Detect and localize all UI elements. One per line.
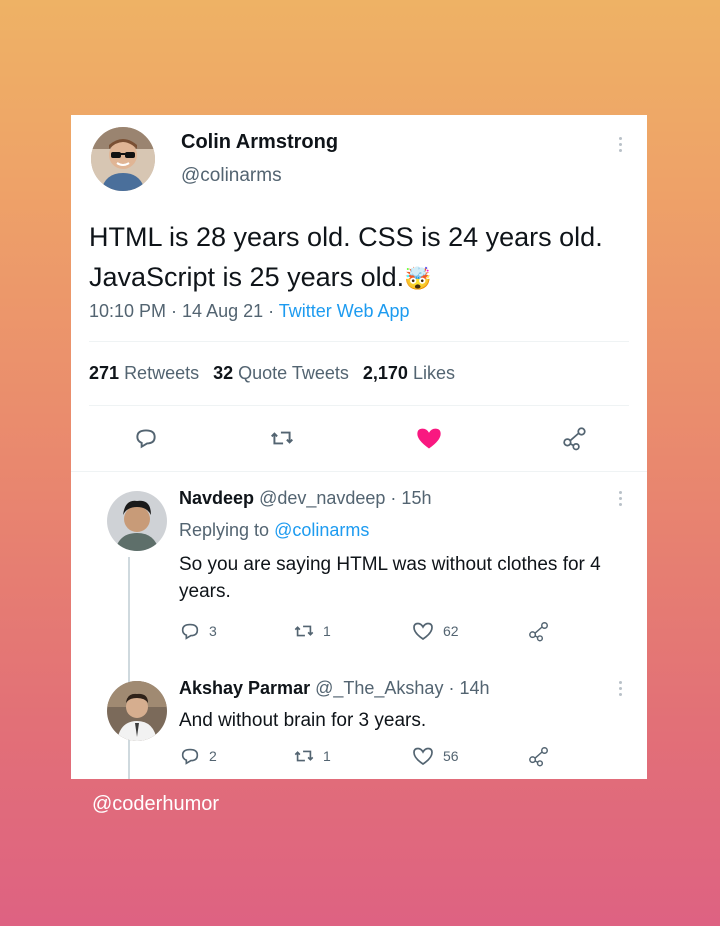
- tweet-time[interactable]: 10:10 PM · 14 Aug 21 ·: [89, 301, 279, 321]
- share-icon: [529, 622, 548, 642]
- reply-1-retweet-count: 1: [323, 623, 331, 639]
- navdeep-avatar-image: [107, 491, 167, 551]
- reply-1-retweet-button[interactable]: 1: [293, 620, 331, 642]
- reply-1-more-icon[interactable]: [619, 491, 623, 506]
- retweet-icon: [271, 431, 293, 445]
- colin-avatar-image: [91, 127, 155, 191]
- akshay-avatar-image: [107, 681, 167, 741]
- likes-stat[interactable]: 2,170 Likes: [363, 363, 455, 384]
- reply-1-text: So you are saying HTML was without cloth…: [179, 554, 601, 602]
- heart-outline-icon: [413, 747, 433, 766]
- reply-1-name[interactable]: Navdeep: [179, 488, 254, 508]
- reply-icon: [181, 748, 199, 765]
- reply-2-name[interactable]: Akshay Parmar: [179, 678, 310, 698]
- tweet-source-link[interactable]: Twitter Web App: [279, 301, 410, 321]
- quotes-count: 32: [213, 363, 234, 383]
- retweets-stat[interactable]: 271 Retweets: [89, 363, 199, 384]
- reply-1-header: Navdeep @dev_navdeep · 15h: [179, 488, 431, 509]
- reply-2-text: And without brain for 3 years.: [179, 710, 427, 731]
- reply-1-share-button[interactable]: [527, 620, 551, 642]
- reply-2-share-button[interactable]: [527, 745, 551, 767]
- reply-1-like-count: 62: [443, 623, 459, 639]
- tweet-text: HTML is 28 years old. CSS is 24 years ol…: [89, 217, 629, 299]
- retweet-icon: [294, 750, 314, 762]
- akshay-avatar[interactable]: [107, 681, 167, 741]
- reply-2-like-count: 56: [443, 748, 459, 764]
- reply-1-handle[interactable]: @dev_navdeep · 15h: [259, 488, 431, 508]
- reply-icon: [181, 623, 199, 640]
- heart-outline-icon: [413, 622, 433, 641]
- divider-bottom: [71, 471, 647, 472]
- divider-top: [89, 341, 629, 342]
- tweet-stats: 271 Retweets 32 Quote Tweets 2,170 Likes: [89, 363, 455, 384]
- author-handle[interactable]: @colinarms: [181, 165, 282, 187]
- likes-count: 2,170: [362, 363, 408, 383]
- share-button[interactable]: [561, 425, 589, 451]
- reply-2-like-button[interactable]: 56: [411, 745, 459, 767]
- heart-filled-icon: [417, 428, 441, 449]
- retweet-icon: [294, 625, 314, 637]
- reply-icon: [136, 429, 156, 449]
- quotes-stat[interactable]: 32 Quote Tweets: [213, 363, 349, 384]
- replying-to-prefix: Replying to: [179, 520, 275, 540]
- share-icon: [563, 427, 586, 451]
- replying-to-handle[interactable]: @colinarms: [274, 520, 369, 540]
- reply-1-reply-button[interactable]: 3: [179, 620, 217, 642]
- quotes-label: Quote Tweets: [238, 363, 349, 383]
- exploding-head-emoji: 🤯: [404, 266, 432, 291]
- colin-avatar[interactable]: [91, 127, 155, 191]
- reply-1-reply-count: 3: [209, 623, 217, 639]
- reply-1-like-button[interactable]: 62: [411, 620, 459, 642]
- retweet-button[interactable]: [269, 425, 295, 451]
- tweet-card: Colin Armstrong @colinarms HTML is 28 ye…: [71, 115, 647, 779]
- credit-watermark: @coderhumor: [92, 793, 220, 815]
- reply-2-header: Akshay Parmar @_The_Akshay · 14h: [179, 678, 489, 699]
- reply-2-retweet-count: 1: [323, 748, 331, 764]
- thread-line-2: [128, 747, 130, 779]
- reply-1-replying-to: Replying to @colinarms: [179, 520, 369, 541]
- retweets-label: Retweets: [124, 363, 200, 383]
- reply-button[interactable]: [133, 425, 159, 451]
- divider-middle: [89, 405, 629, 406]
- likes-label: Likes: [412, 363, 455, 383]
- tweet-timestamp: 10:10 PM · 14 Aug 21 · Twitter Web App: [89, 301, 410, 322]
- share-icon: [529, 747, 548, 767]
- reply-2-more-icon[interactable]: [619, 681, 623, 696]
- reply-2-reply-count: 2: [209, 748, 217, 764]
- retweets-count: 271: [89, 363, 120, 383]
- author-name[interactable]: Colin Armstrong: [181, 131, 338, 154]
- more-options-icon[interactable]: [619, 137, 623, 152]
- like-button[interactable]: [415, 425, 443, 451]
- reply-2-handle[interactable]: @_The_Akshay · 14h: [315, 678, 489, 698]
- navdeep-avatar[interactable]: [107, 491, 167, 551]
- tweet-text-body: HTML is 28 years old. CSS is 24 years ol…: [89, 222, 603, 292]
- reply-2-retweet-button[interactable]: 1: [293, 745, 331, 767]
- reply-2-reply-button[interactable]: 2: [179, 745, 217, 767]
